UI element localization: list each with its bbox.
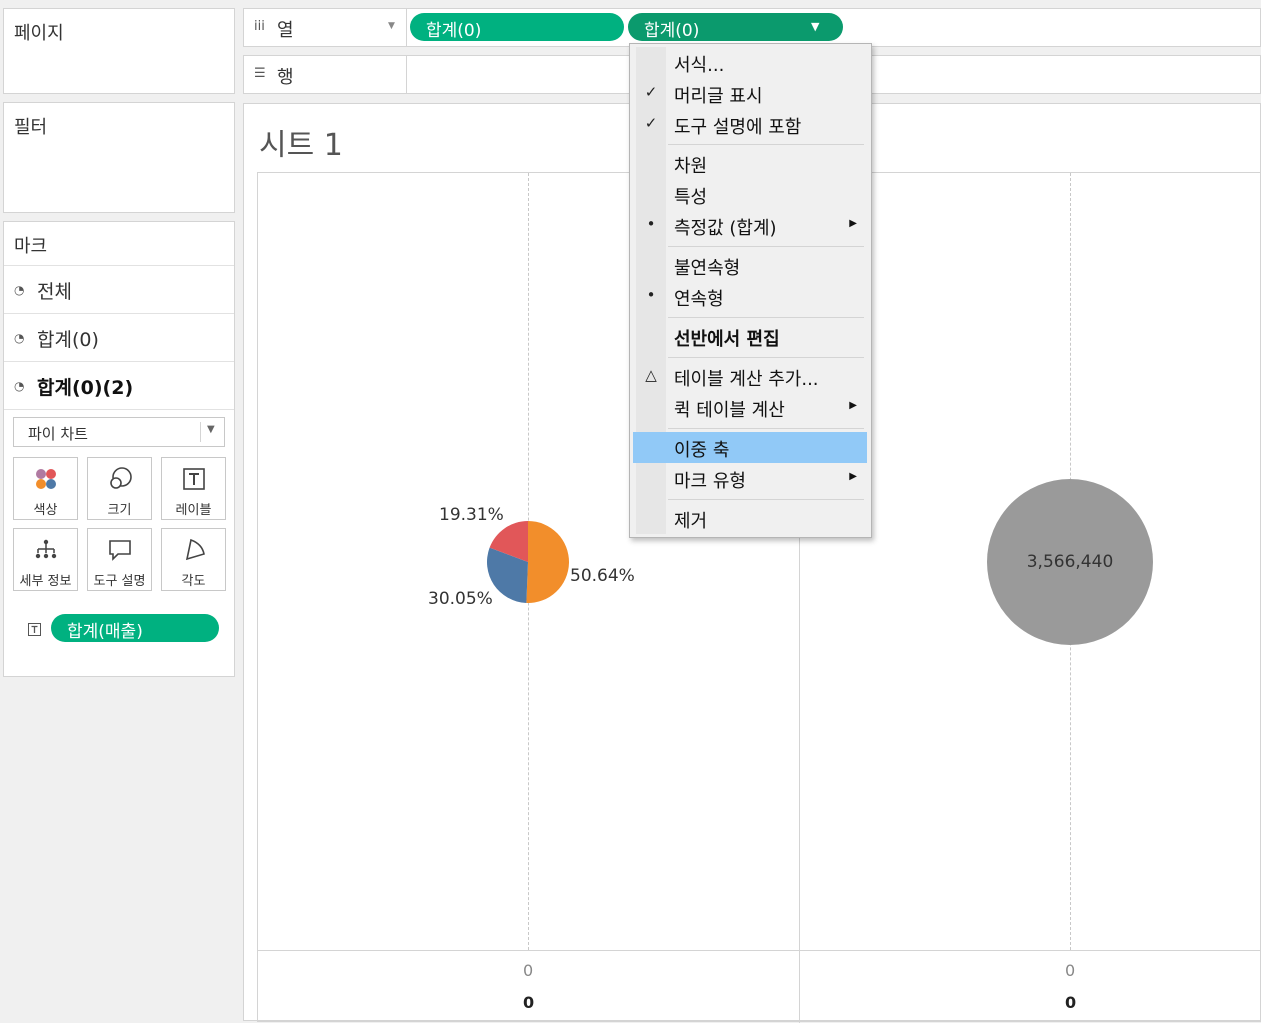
menu-item-remove[interactable]: 제거 <box>633 503 867 534</box>
pie-label-orange: 50.64% <box>570 566 635 586</box>
text-icon <box>162 466 225 492</box>
menu-item-quick-table-calc[interactable]: 퀵 테이블 계산 ▶ <box>633 392 867 423</box>
chevron-down-icon[interactable]: ▼ <box>811 20 819 33</box>
marks-row-label: 전체 <box>37 281 72 303</box>
columns-shelf-label: iii 열 ▼ <box>244 9 407 46</box>
size-card[interactable]: 크기 <box>87 457 152 520</box>
label-encoding-icon <box>28 621 41 640</box>
chevron-down-icon: ▼ <box>207 424 215 435</box>
check-icon: ✓ <box>644 114 658 132</box>
chevron-down-icon: ▼ <box>388 21 395 31</box>
sum0-pill-2-label: 합계(0) <box>644 21 700 41</box>
bullet-icon: • <box>646 215 656 233</box>
delta-icon: △ <box>645 366 657 384</box>
menu-item-measure[interactable]: • 측정값 (합계) ▶ <box>633 210 867 241</box>
x-tick-right: 0 <box>1065 961 1076 980</box>
detail-card-label: 세부 정보 <box>19 574 72 589</box>
menu-item-dimension[interactable]: 차원 <box>633 148 867 179</box>
columns-icon: iii <box>254 19 265 34</box>
marks-row-sum0[interactable]: ◔ 합계(0) <box>4 314 234 362</box>
x-header-right: 0 <box>1065 993 1077 1012</box>
menu-item-discrete[interactable]: 불연속형 <box>633 250 867 281</box>
pill-context-menu: 서식... ✓ 머리글 표시 ✓ 도구 설명에 포함 차원 특성 • 측정값 (… <box>629 43 872 538</box>
left-pie-slice-0[interactable] <box>526 521 569 603</box>
sum0-pill-2[interactable]: 합계(0) ▼ <box>628 13 843 41</box>
submenu-arrow-icon: ▶ <box>849 218 857 229</box>
size-icon <box>88 466 151 492</box>
filters-panel-title: 필터 <box>14 117 48 138</box>
pie-chart-icon: ◔ <box>14 283 25 297</box>
detail-card[interactable]: 세부 정보 <box>13 528 78 591</box>
mark-type-dropdown[interactable]: 파이 차트 ▼ <box>13 417 225 447</box>
menu-item-continuous[interactable]: • 연속형 <box>633 281 867 312</box>
bullet-icon: • <box>646 286 656 304</box>
pie-label-red: 19.31% <box>439 505 504 525</box>
rows-shelf-label: ☰ 행 <box>244 56 407 93</box>
angle-card[interactable]: 각도 <box>161 528 226 591</box>
sum-sales-pill-label: 합계(매출) <box>67 622 143 642</box>
hierarchy-icon <box>14 537 77 563</box>
x-header-left: 0 <box>523 993 535 1012</box>
menu-item-attribute[interactable]: 특성 <box>633 179 867 210</box>
pie-chart-icon: ◔ <box>14 331 25 345</box>
sum0-pill-1-label: 합계(0) <box>426 21 482 41</box>
marks-row-sum0-2[interactable]: ◔ 합계(0)(2) <box>4 362 234 410</box>
size-card-label: 크기 <box>107 503 132 518</box>
marks-panel-title: 마크 <box>14 236 48 257</box>
color-card-label: 색상 <box>33 503 58 518</box>
label-card[interactable]: 레이블 <box>161 457 226 520</box>
mark-type-label: 파이 차트 <box>28 425 88 443</box>
pie-label-blue: 30.05% <box>428 589 493 609</box>
marks-row-label: 합계(0) <box>37 329 99 351</box>
marks-row-label: 합계(0)(2) <box>37 377 134 399</box>
tooltip-card[interactable]: 도구 설명 <box>87 528 152 591</box>
color-card[interactable]: 색상 <box>13 457 78 520</box>
axis-separator <box>258 950 1261 951</box>
pie-chart-left[interactable] <box>487 521 569 603</box>
pages-panel[interactable]: 페이지 <box>3 8 235 94</box>
tooltip-card-label: 도구 설명 <box>93 574 146 589</box>
menu-item-include-in-tooltip[interactable]: ✓ 도구 설명에 포함 <box>633 109 867 140</box>
x-tick-left: 0 <box>523 961 534 980</box>
marks-panel: 마크 ◔ 전체 ◔ 합계(0) ◔ 합계(0)(2) 파이 차트 ▼ 색상 크기… <box>3 221 235 677</box>
sum0-pill-1[interactable]: 합계(0) <box>410 13 624 41</box>
submenu-arrow-icon: ▶ <box>849 400 857 411</box>
sum-sales-pill[interactable]: 합계(매출) <box>51 614 219 642</box>
check-icon: ✓ <box>644 83 658 101</box>
angle-card-label: 각도 <box>181 574 206 589</box>
angle-icon <box>162 537 225 563</box>
submenu-arrow-icon: ▶ <box>849 471 857 482</box>
pie-label-gray: 3,566,440 <box>1026 552 1114 572</box>
speech-bubble-icon <box>88 537 151 563</box>
menu-item-mark-type[interactable]: 마크 유형 ▶ <box>633 463 867 494</box>
menu-item-show-header[interactable]: ✓ 머리글 표시 <box>633 78 867 109</box>
menu-item-format[interactable]: 서식... <box>633 47 867 78</box>
pages-panel-title: 페이지 <box>14 23 64 44</box>
pie-chart-icon: ◔ <box>14 379 25 393</box>
menu-item-edit-in-shelf[interactable]: 선반에서 편집 <box>633 321 867 352</box>
filters-panel[interactable]: 필터 <box>3 102 235 213</box>
sheet-title: 시트 1 <box>259 128 343 163</box>
label-card-label: 레이블 <box>175 503 212 518</box>
menu-item-add-table-calc[interactable]: △ 테이블 계산 추가... <box>633 361 867 392</box>
marks-row-all[interactable]: ◔ 전체 <box>4 266 234 314</box>
color-icon <box>14 466 77 492</box>
menu-item-dual-axis[interactable]: 이중 축 <box>633 432 867 463</box>
rows-icon: ☰ <box>254 66 266 81</box>
